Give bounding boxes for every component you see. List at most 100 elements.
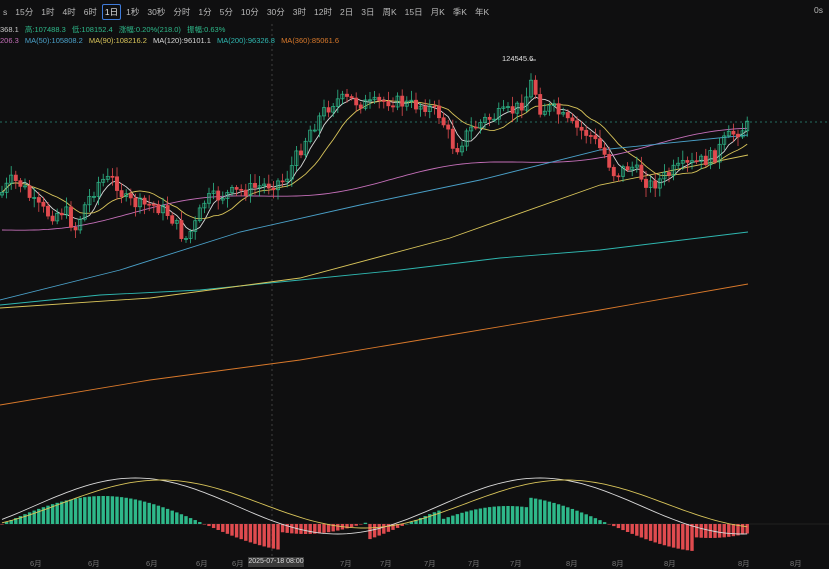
info-amplitude: 振幅:0.63% (187, 25, 226, 34)
interval-4h[interactable]: 4时 (59, 5, 78, 19)
interval-week[interactable]: 周K (379, 5, 399, 19)
macd-bar (621, 524, 625, 531)
macd-bar (253, 524, 257, 544)
candle-body (36, 197, 41, 203)
candle-body (598, 138, 602, 149)
macd-bar (317, 524, 322, 534)
candle-body (377, 96, 382, 101)
macd-bar (520, 506, 524, 524)
interval-month[interactable]: 月K (428, 5, 448, 19)
candle-body (667, 172, 671, 176)
macd-bar (202, 524, 207, 525)
macd-bar (644, 524, 648, 540)
macd-bar (704, 524, 708, 538)
interval-30s[interactable]: 30秒 (144, 5, 168, 19)
interval-2d[interactable]: 2日 (337, 5, 356, 19)
x-axis-label: 8月 (566, 559, 578, 568)
macd-bar (349, 524, 354, 528)
macd-bar (547, 501, 552, 524)
macd-bar (478, 508, 483, 524)
interval-30min[interactable]: 30分 (264, 5, 288, 19)
ma50-value: MA(50):105808.2 (24, 36, 83, 45)
interval-12h[interactable]: 12时 (311, 5, 335, 19)
candle-body (510, 106, 515, 114)
interval-15m[interactable]: 15分 (12, 5, 36, 19)
interval-5min[interactable]: 5分 (217, 5, 236, 19)
candle-body (644, 178, 648, 188)
ma-short-line (1, 96, 748, 231)
interval-quarter[interactable]: 季K (450, 5, 470, 19)
macd-bar (533, 498, 538, 524)
candle-body (653, 180, 658, 189)
macd-bar (607, 524, 611, 525)
macd-bar (225, 524, 230, 534)
x-axis-label: 6月 (88, 559, 100, 568)
macd-bar (101, 496, 105, 524)
interval-3h[interactable]: 3时 (290, 5, 309, 19)
candle-body (253, 182, 257, 188)
interval-1h[interactable]: 1时 (38, 5, 57, 19)
macd-bar (115, 496, 119, 524)
interval-3d[interactable]: 3日 (358, 5, 377, 19)
candle-body (487, 116, 492, 120)
macd-bar (506, 506, 510, 524)
macd-bar (575, 510, 579, 524)
candle-body (119, 190, 124, 198)
interval-1d[interactable]: 1日 (101, 4, 122, 20)
candle-body (584, 129, 589, 136)
macd-bar (745, 524, 749, 534)
macd-bar (483, 507, 487, 524)
candle-body (565, 112, 570, 119)
macd-bar (474, 509, 478, 524)
interval-timeshare[interactable]: 分时 (170, 5, 193, 19)
macd-bar (248, 524, 253, 543)
price-chart[interactable] (0, 0, 829, 567)
macd-bar (239, 524, 243, 540)
macd-bar (690, 524, 694, 551)
x-axis-label: 7月 (468, 559, 480, 568)
macd-bar (501, 506, 506, 524)
interval-6h[interactable]: 6时 (81, 5, 100, 19)
candle-body (110, 175, 115, 178)
interval-1s[interactable]: 1秒 (123, 5, 142, 19)
macd-bar (244, 524, 248, 541)
candle-body (179, 220, 184, 239)
candle-body (616, 175, 621, 178)
macd-bar (142, 501, 147, 524)
macd-bar (308, 524, 312, 534)
toolbar-partial-label: s (3, 7, 8, 17)
crosshair-date-label: 2025-07-18 08:00 (248, 557, 304, 567)
macd-bar (593, 518, 598, 524)
macd-bar (566, 507, 570, 524)
macd-bar (96, 496, 101, 524)
macd-bar (216, 524, 220, 530)
candle-body (381, 100, 386, 102)
interval-15d[interactable]: 15日 (402, 5, 426, 19)
macd-bar (207, 524, 211, 527)
candle-body (266, 183, 271, 189)
candle-body (423, 105, 428, 112)
candle-body (593, 135, 598, 140)
candle-body (533, 79, 538, 95)
macd-bar (78, 497, 82, 524)
candle-body (625, 166, 630, 171)
interval-year[interactable]: 年K (472, 5, 492, 19)
ma120-value: MA(120):96101.1 (152, 36, 211, 45)
candle-body (147, 203, 152, 206)
ma200-value: MA(200):96326.8 (217, 36, 275, 45)
macd-bar (129, 498, 133, 524)
macd-bar (69, 499, 73, 524)
macd-bar (152, 504, 156, 524)
macd-bar (147, 502, 151, 524)
candle-body (354, 97, 359, 106)
macd-bar (653, 524, 657, 543)
candle-body (602, 147, 607, 155)
toolbar-right-label[interactable]: 0s (814, 5, 823, 15)
candle-body (685, 160, 690, 163)
candle-body (694, 160, 699, 163)
macd-bar (579, 512, 584, 524)
macd-bar (124, 497, 128, 524)
interval-1min[interactable]: 1分 (195, 5, 214, 19)
candle-body (358, 104, 363, 109)
interval-10min[interactable]: 10分 (238, 5, 262, 19)
